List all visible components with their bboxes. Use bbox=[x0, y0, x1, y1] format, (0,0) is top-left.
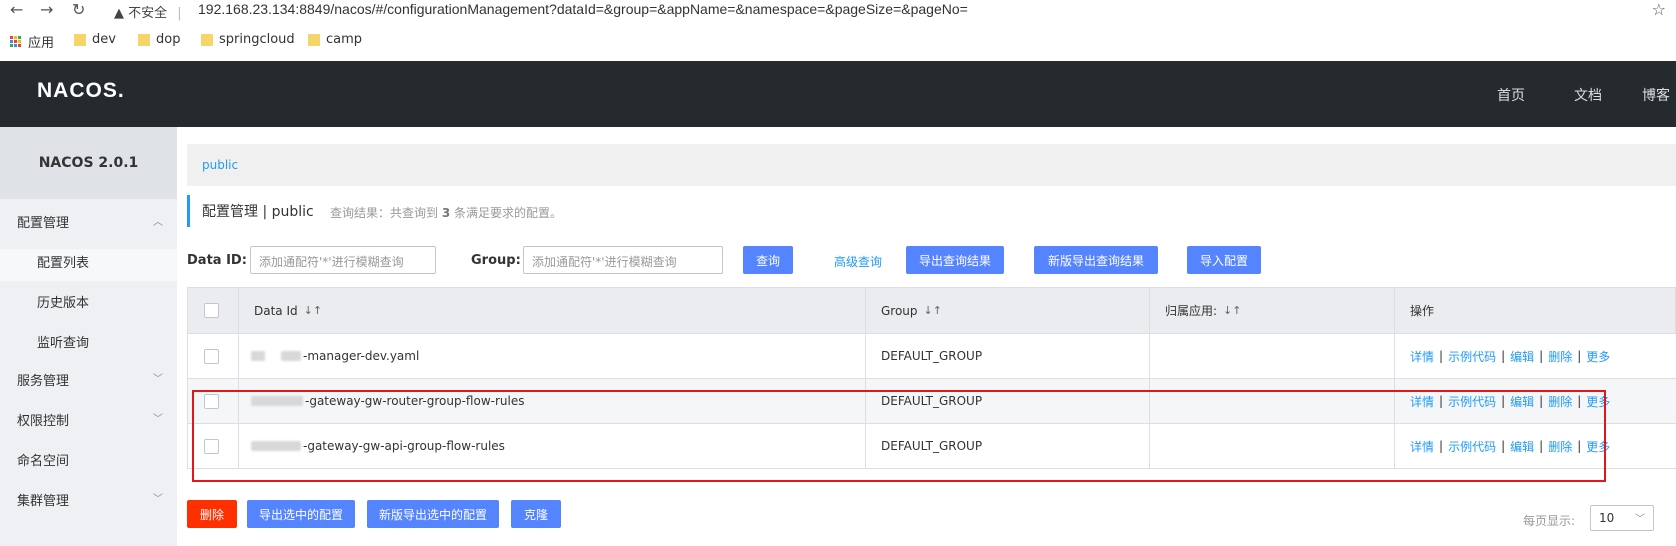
bookmarks-bar: 应用 dev dop springcloud camp bbox=[0, 30, 1676, 54]
chevron-down-icon: ﹀ bbox=[1635, 514, 1645, 525]
sidebar-item-auth[interactable]: 权限控制 bbox=[17, 410, 69, 429]
new-export-selected-button[interactable]: 新版导出选中的配置 bbox=[367, 500, 499, 528]
folder-icon bbox=[138, 33, 150, 46]
sidebar-item-cluster[interactable]: 集群管理 bbox=[17, 490, 69, 509]
page-title-row: 配置管理 | public 查询结果：共查询到 3 条满足要求的配置。 bbox=[187, 195, 787, 227]
table-header: Data Id ↓↑ Group ↓↑ 归属应用: ↓↑ 操作 bbox=[187, 287, 1676, 334]
bookmark-star-icon[interactable]: ☆ bbox=[1652, 0, 1666, 19]
sort-icon[interactable]: ↓↑ bbox=[1223, 304, 1241, 317]
page-size-select[interactable]: 10 ﹀ bbox=[1590, 505, 1654, 531]
more-link[interactable]: 更多 bbox=[1586, 348, 1610, 365]
details-link[interactable]: 详情 bbox=[1410, 348, 1434, 365]
url-text[interactable]: 192.168.23.134:8849/nacos/#/configuratio… bbox=[198, 1, 968, 17]
row-data-id[interactable]: -manager-dev.yaml bbox=[251, 334, 419, 378]
group-label: Group: bbox=[471, 253, 521, 268]
reload-icon[interactable]: ↻ bbox=[72, 1, 85, 19]
nav-docs[interactable]: 文档 bbox=[1574, 85, 1602, 105]
sample-code-link[interactable]: 示例代码 bbox=[1448, 348, 1496, 365]
sort-icon[interactable]: ↓↑ bbox=[924, 304, 942, 317]
bookmark-apps[interactable]: 应用 bbox=[10, 32, 54, 51]
dataid-input[interactable]: 添加通配符'*'进行模糊查询 bbox=[250, 246, 436, 274]
folder-icon bbox=[74, 33, 86, 46]
browser-address-bar: ← → ↻ ▲ 不安全 | 192.168.23.134:8849/nacos/… bbox=[0, 0, 1676, 22]
page-title: 配置管理 | public bbox=[202, 204, 314, 220]
edit-link[interactable]: 编辑 bbox=[1510, 348, 1534, 365]
new-export-results-button[interactable]: 新版导出查询结果 bbox=[1034, 246, 1158, 274]
delete-selected-button[interactable]: 删除 bbox=[187, 500, 237, 528]
chevron-up-icon: ︿ bbox=[153, 217, 163, 228]
sidebar-item-config-management[interactable]: 配置管理 bbox=[17, 212, 69, 231]
bookmark-camp[interactable]: camp bbox=[308, 32, 362, 47]
select-all-checkbox[interactable] bbox=[204, 303, 219, 318]
page-size-label: 每页显示: bbox=[1523, 514, 1576, 528]
col-group[interactable]: Group ↓↑ bbox=[881, 288, 942, 333]
bookmark-dev[interactable]: dev bbox=[74, 32, 116, 47]
bookmark-dop[interactable]: dop bbox=[138, 32, 180, 47]
col-actions: 操作 bbox=[1410, 304, 1435, 318]
sidebar-item-namespace[interactable]: 命名空间 bbox=[17, 450, 69, 469]
nav-blog[interactable]: 博客 bbox=[1642, 85, 1670, 105]
back-icon[interactable]: ← bbox=[10, 1, 23, 19]
row-checkbox[interactable] bbox=[204, 348, 219, 364]
folder-icon bbox=[201, 33, 213, 46]
namespace-tab-public[interactable]: public bbox=[202, 158, 238, 172]
forward-icon[interactable]: → bbox=[40, 1, 53, 19]
main-content: public 配置管理 | public 查询结果：共查询到 3 条满足要求的配… bbox=[177, 127, 1676, 546]
col-data-id[interactable]: Data Id ↓↑ bbox=[254, 288, 322, 333]
row-actions: 详情 | 示例代码 | 编辑 | 删除 | 更多 bbox=[1410, 348, 1611, 365]
col-app[interactable]: 归属应用: ↓↑ bbox=[1165, 288, 1241, 333]
namespace-bar: public bbox=[187, 144, 1676, 186]
nav-home[interactable]: 首页 bbox=[1497, 85, 1525, 105]
nacos-logo[interactable]: NACOS. bbox=[37, 79, 125, 103]
highlight-annotation bbox=[192, 390, 1606, 482]
sidebar-item-config-list[interactable]: 配置列表 bbox=[37, 252, 89, 271]
clone-button[interactable]: 克隆 bbox=[511, 500, 561, 528]
delete-link[interactable]: 删除 bbox=[1548, 348, 1572, 365]
top-header: NACOS. 首页 文档 博客 bbox=[0, 61, 1676, 127]
group-input[interactable]: 添加通配符'*'进行模糊查询 bbox=[523, 246, 723, 274]
query-button[interactable]: 查询 bbox=[743, 246, 793, 274]
export-selected-button[interactable]: 导出选中的配置 bbox=[247, 500, 355, 528]
sidebar-item-listener-query[interactable]: 监听查询 bbox=[37, 332, 89, 351]
bookmark-springcloud[interactable]: springcloud bbox=[201, 32, 295, 47]
apps-grid-icon bbox=[10, 35, 22, 48]
sidebar-item-service-management[interactable]: 服务管理 bbox=[17, 370, 69, 389]
row-group: DEFAULT_GROUP bbox=[881, 349, 983, 363]
import-config-button[interactable]: 导入配置 bbox=[1187, 246, 1261, 274]
insecure-indicator[interactable]: ▲ 不安全 | bbox=[114, 2, 182, 21]
sort-icon[interactable]: ↓↑ bbox=[304, 304, 322, 317]
advanced-query-link[interactable]: 高级查询 bbox=[834, 253, 882, 270]
chevron-down-icon: ﹀ bbox=[153, 414, 163, 425]
chevron-down-icon: ﹀ bbox=[153, 374, 163, 385]
dataid-label: Data ID: bbox=[187, 253, 247, 268]
table-row: -manager-dev.yaml DEFAULT_GROUP 详情 | 示例代码… bbox=[187, 334, 1676, 379]
warning-icon: ▲ bbox=[114, 6, 124, 21]
export-results-button[interactable]: 导出查询结果 bbox=[906, 246, 1004, 274]
sidebar: NACOS 2.0.1 配置管理 ︿ 配置列表 历史版本 监听查询 服务管理 ﹀… bbox=[0, 127, 177, 546]
folder-icon bbox=[308, 33, 320, 46]
sidebar-item-history[interactable]: 历史版本 bbox=[37, 292, 89, 311]
chevron-down-icon: ﹀ bbox=[153, 494, 163, 505]
version-label: NACOS 2.0.1 bbox=[0, 127, 177, 199]
result-summary: 查询结果：共查询到 3 条满足要求的配置。 bbox=[330, 206, 563, 220]
